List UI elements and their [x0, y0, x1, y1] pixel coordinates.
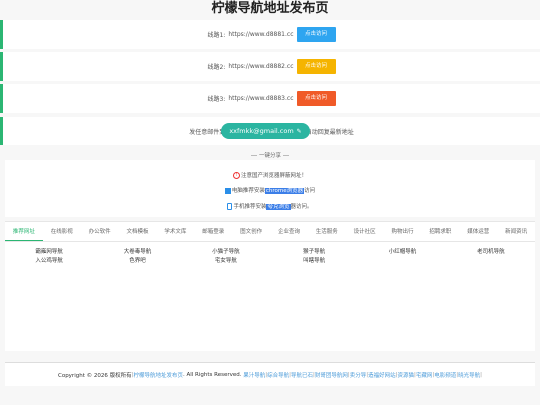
- visit-button-2[interactable]: 点击访问: [296, 59, 336, 74]
- pc-prefix: 电脑推荐安装: [231, 188, 265, 194]
- footer-copyright: Copyright © 2026 版权所有: [57, 372, 132, 379]
- footer-link[interactable]: 造福好网站: [368, 371, 396, 379]
- tab-design[interactable]: 设计社区: [346, 222, 384, 241]
- page-title: 柠檬导航地址发布页: [211, 1, 329, 16]
- footer-link[interactable]: 综合导航: [267, 371, 289, 379]
- tab-media[interactable]: 媒体运营: [459, 222, 497, 241]
- link-grid: 霸雍网导航 大卷毒导航 小猫子导航 猴子导航 小红帽导航 老司机导航 入公鸡导航…: [5, 242, 535, 266]
- line-url: https://www.d8882.cc: [228, 63, 294, 70]
- footer-link[interactable]: 卖分导: [350, 371, 367, 379]
- tab-life[interactable]: 生活服务: [308, 222, 346, 241]
- warning-icon: !: [232, 172, 240, 179]
- tab-video[interactable]: 在线影视: [43, 222, 81, 241]
- footer-link[interactable]: 果汁导航: [243, 371, 265, 379]
- footer-link[interactable]: 宅藏网: [416, 371, 433, 379]
- line-row-3: 线路3: https://www.d8883.cc 点击访问: [0, 84, 540, 113]
- pc-suffix: 访问: [304, 188, 316, 194]
- nav-link[interactable]: 叫瞎导航: [270, 257, 358, 266]
- tab-company[interactable]: 企业查询: [270, 222, 308, 241]
- line-label: 线路2:: [207, 64, 226, 71]
- tab-creation[interactable]: 图文创作: [232, 222, 270, 241]
- nav-link[interactable]: 大卷毒导航: [93, 248, 181, 257]
- footer-link[interactable]: 电影频道: [434, 371, 456, 379]
- email-prefix: 发任意邮件到: [189, 128, 226, 136]
- line-label: 线路1:: [207, 32, 226, 39]
- email-suffix: 自动回复最新地址: [305, 128, 354, 136]
- footer-link[interactable]: 导航已石: [291, 371, 313, 379]
- phone-browser-line: 手机推荐安装夸克浏览器访问。: [0, 202, 540, 210]
- nav-link[interactable]: 老司机导航: [447, 248, 535, 257]
- footer-link[interactable]: 财哥团导航网: [315, 371, 348, 379]
- category-tabs: 推荐网址 在线影视 办公软件 文档模板 学术文库 邮箱登录 图文创作 企业查询 …: [5, 222, 535, 242]
- pc-browser-line: 电脑推荐安装chrome浏览器访问: [0, 186, 540, 194]
- email-pill[interactable]: xxfmkk@gmail.com ✎: [221, 123, 310, 139]
- share-title: 一键分享: [0, 151, 540, 159]
- notice-text: 注意国产浏览器屏蔽网址！: [240, 173, 307, 179]
- footer-rights: . All Rights Reserved.: [182, 371, 242, 378]
- nav-link[interactable]: 入公鸡导航: [5, 257, 93, 266]
- nav-link[interactable]: 小红帽导航: [358, 248, 446, 257]
- phone-suffix: 器访问。: [290, 204, 313, 210]
- line-url: https://www.d8883.cc: [228, 95, 294, 102]
- email-row: 发任意邮件到 xxfmkk@gmail.com ✎ 自动回复最新地址: [0, 117, 540, 145]
- pc-browser-link[interactable]: chrome浏览器: [264, 188, 305, 194]
- tab-recommended[interactable]: 推荐网址: [5, 222, 43, 241]
- email-address: xxfmkk@gmail.com: [229, 127, 294, 135]
- footer-link[interactable]: 资源猫: [398, 371, 415, 379]
- nav-link[interactable]: 小猫子导航: [182, 248, 270, 257]
- tab-email[interactable]: 邮箱登录: [194, 222, 232, 241]
- nav-link[interactable]: 霸雍网导航: [5, 248, 93, 257]
- tab-news[interactable]: 新闻资讯: [497, 222, 535, 241]
- phone-prefix: 手机推荐安装: [233, 204, 267, 210]
- footer: Copyright © 2026 版权所有 | 柠檬导航地址发布页. All Rig…: [5, 362, 535, 386]
- pencil-icon: ✎: [296, 127, 302, 135]
- tab-templates[interactable]: 文档模板: [119, 222, 157, 241]
- notice-line: ! 注意国产浏览器屏蔽网址！: [0, 171, 540, 179]
- line-row-2: 线路2: https://www.d8882.cc 点击访问: [0, 52, 540, 81]
- tab-shopping[interactable]: 购物出行: [384, 222, 422, 241]
- nav-link[interactable]: 宅女导航: [182, 257, 270, 266]
- windows-icon: [224, 187, 231, 194]
- visit-button-3[interactable]: 点击访问: [296, 91, 336, 106]
- tab-jobs[interactable]: 招聘求职: [421, 222, 459, 241]
- phone-icon: [227, 203, 233, 210]
- tab-academic[interactable]: 学术文库: [156, 222, 194, 241]
- line-url: https://www.d8881.cc: [228, 31, 294, 38]
- line-row-1: 线路1: https://www.d8881.cc 点击访问: [0, 20, 540, 49]
- tab-office[interactable]: 办公软件: [81, 222, 119, 241]
- nav-link[interactable]: 猴子导航: [270, 248, 358, 257]
- footer-site-link[interactable]: 柠檬导航地址发布页: [133, 371, 183, 379]
- nav-box: 推荐网址 在线影视 办公软件 文档模板 学术文库 邮箱登录 图文创作 企业查询 …: [5, 221, 535, 351]
- line-label: 线路3:: [207, 96, 226, 103]
- visit-button-1[interactable]: 点击访问: [296, 27, 336, 42]
- phone-browser-link[interactable]: 夸克浏览: [266, 204, 291, 210]
- footer-link[interactable]: 晓光导航: [458, 371, 480, 379]
- nav-link[interactable]: 色界吧: [93, 257, 181, 266]
